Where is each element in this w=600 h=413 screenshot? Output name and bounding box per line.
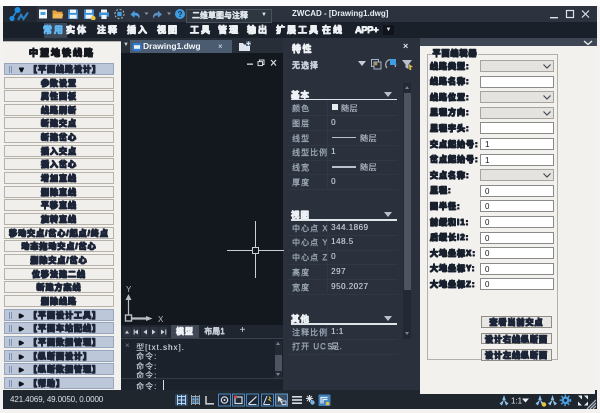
svg-text:X: X: [158, 315, 164, 324]
svg-text:?: ?: [178, 10, 183, 19]
svg-text:Y: Y: [126, 285, 132, 294]
svg-text:1:1: 1:1: [511, 396, 523, 405]
